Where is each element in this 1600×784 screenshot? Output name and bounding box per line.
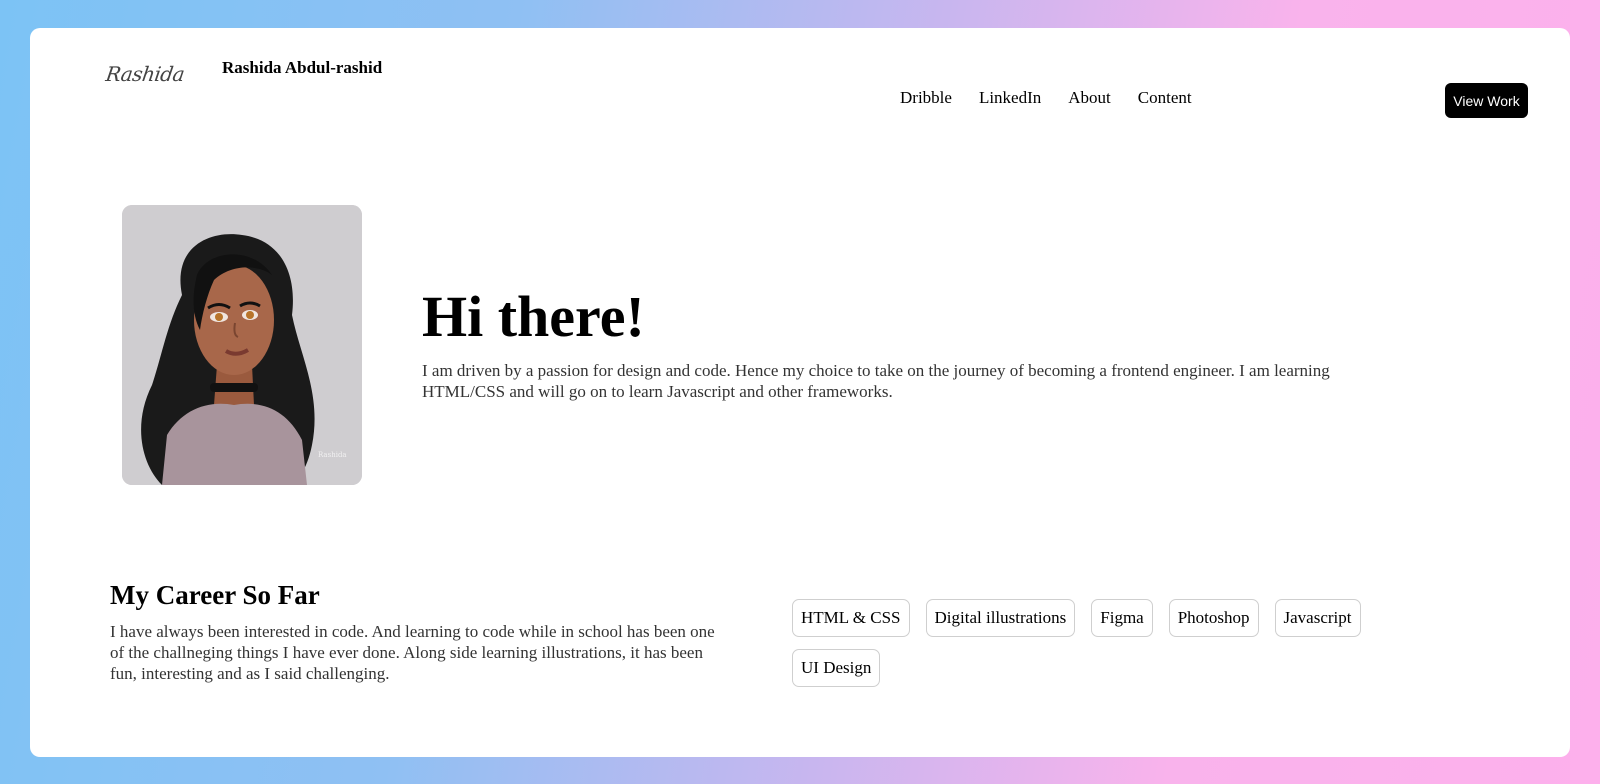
avatar-illustration: Rashida <box>122 205 362 485</box>
main-nav: Dribble LinkedIn About Content <box>900 88 1192 108</box>
nav-link-dribble[interactable]: Dribble <box>900 88 952 108</box>
skill-chip-photoshop: Photoshop <box>1168 599 1259 637</box>
hero-title: Hi there! <box>422 284 645 349</box>
skill-chip-digital-illustrations: Digital illustrations <box>925 599 1076 637</box>
site-name: Rashida Abdul-rashid <box>222 58 383 77</box>
skill-chip-ui-design: UI Design <box>792 649 881 687</box>
view-work-button[interactable]: View Work <box>1445 83 1528 118</box>
nav-link-linkedin[interactable]: LinkedIn <box>979 88 1041 108</box>
logo[interactable]: Rashida <box>104 62 186 86</box>
skill-chip-html-css: HTML & CSS <box>792 599 910 637</box>
career-title: My Career So Far <box>110 580 320 610</box>
nav-link-content[interactable]: Content <box>1138 88 1192 108</box>
skills-list: HTML & CSS Digital illustrations Figma P… <box>792 599 1412 687</box>
skill-chip-javascript: Javascript <box>1274 599 1361 637</box>
hero-description: I am driven by a passion for design and … <box>422 361 1330 401</box>
nav-link-about[interactable]: About <box>1068 88 1111 108</box>
avatar-signature-text: Rashida <box>318 451 347 459</box>
career-description: I have always been interested in code. A… <box>110 622 715 683</box>
main-card: Rashida Rashida Abdul-rashid Dribble Lin… <box>30 28 1570 757</box>
skill-chip-figma: Figma <box>1091 599 1153 637</box>
